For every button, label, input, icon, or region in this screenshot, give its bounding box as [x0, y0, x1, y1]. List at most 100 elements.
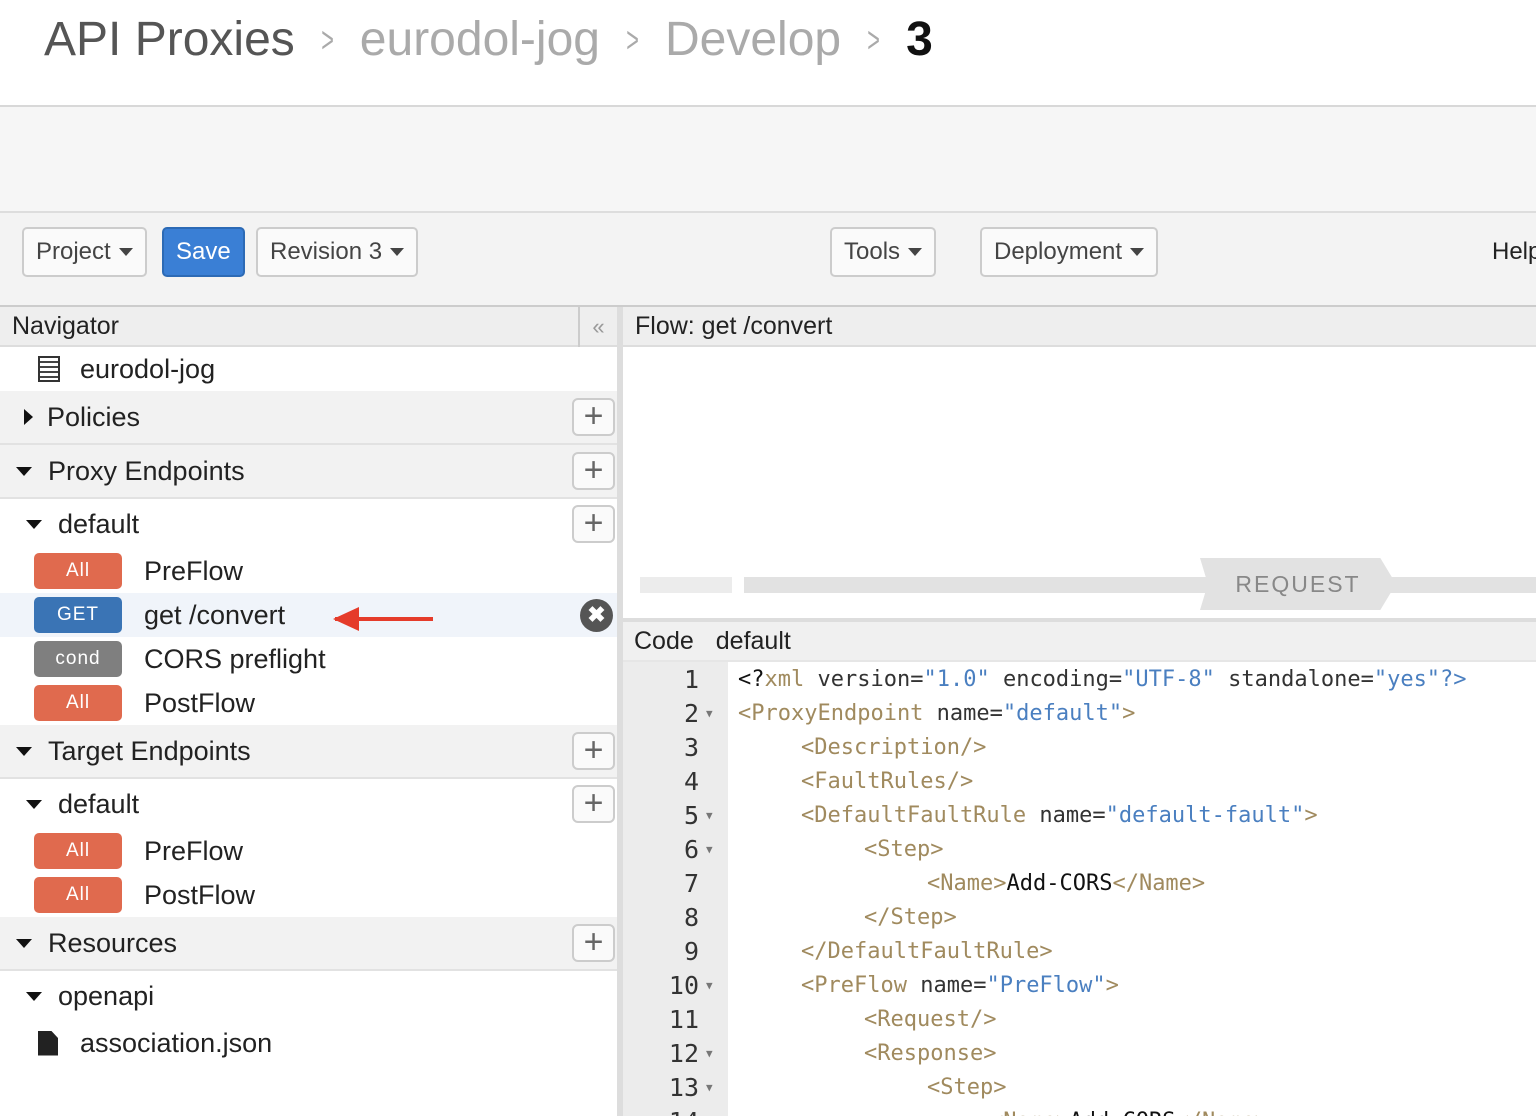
flow-item[interactable]: All PostFlow: [0, 873, 617, 917]
section-proxy-endpoints[interactable]: Proxy Endpoints +: [0, 445, 617, 499]
help-link[interactable]: Help: [1492, 238, 1536, 266]
request-label: REQUEST: [1200, 558, 1396, 610]
resource-file[interactable]: association.json: [0, 1021, 617, 1065]
chevron-right-icon: >: [867, 18, 880, 60]
code-token-tag: <Step>: [864, 836, 944, 862]
code-line: 10 ▼ <PreFlow name="PreFlow">: [623, 968, 1536, 1002]
tools-button[interactable]: Tools: [830, 227, 937, 277]
project-label: Project: [36, 238, 111, 265]
flow-item[interactable]: cond CORS preflight: [0, 637, 617, 681]
code-text: <Description/>: [728, 735, 986, 760]
code-line: 3 <Description/>: [623, 730, 1536, 764]
flow-title: Flow: get /convert: [635, 311, 833, 340]
code-token-str: "1.0": [923, 666, 990, 692]
fold-toggle-icon[interactable]: ▼: [699, 979, 728, 992]
breadcrumb: API Proxies > eurodol-jog > Develop > 3: [44, 12, 933, 67]
flow-method-badge: GET: [34, 597, 122, 633]
revision-label: Revision 3: [270, 238, 383, 265]
code-file-name: default: [715, 626, 791, 655]
code-text: <FaultRules/>: [728, 769, 973, 794]
fold-toggle-icon[interactable]: ▼: [699, 1081, 728, 1094]
code-editor[interactable]: 1 <?xml version="1.0" encoding="UTF-8" st…: [623, 662, 1536, 1116]
code-token-str: "yes"?>: [1373, 666, 1467, 692]
tools-label: Tools: [844, 238, 901, 265]
flow-method-badge: All: [34, 553, 122, 589]
add-proxy-endpoint-button[interactable]: +: [572, 452, 615, 490]
revision-button[interactable]: Revision 3: [256, 227, 419, 277]
delete-flow-icon[interactable]: ✖: [580, 598, 613, 632]
fold-toggle-icon[interactable]: ▼: [699, 843, 728, 856]
save-button[interactable]: Save: [162, 227, 245, 277]
toolbar: Project Save Revision 3 Tools Deployment…: [0, 213, 1536, 307]
resource-folder-openapi[interactable]: openapi: [0, 971, 617, 1021]
code-text: <ProxyEndpoint name="default">: [728, 701, 1135, 726]
code-token-tag: <Name>: [927, 870, 1007, 896]
red-arrow-annotation: [333, 607, 433, 631]
flow-item[interactable]: All PostFlow: [0, 681, 617, 725]
deployment-button[interactable]: Deployment: [980, 227, 1159, 277]
add-policy-button[interactable]: +: [572, 398, 615, 436]
code-token-tag: </DefaultFaultRule>: [801, 938, 1053, 964]
code-line: 9 </DefaultFaultRule>: [623, 934, 1536, 968]
section-policies[interactable]: Policies +: [0, 391, 617, 445]
code-line: 4 <FaultRules/>: [623, 764, 1536, 798]
flow-method-badge: All: [34, 685, 122, 721]
code-text: <Name>Add-CORS</Name>: [728, 1109, 1268, 1116]
section-label: Target Endpoints: [48, 735, 251, 766]
flow-label: PostFlow: [144, 879, 256, 910]
target-endpoint-default[interactable]: default +: [0, 779, 617, 829]
breadcrumb-develop[interactable]: Develop: [665, 12, 841, 67]
section-label: Proxy Endpoints: [48, 455, 245, 486]
code-token-text: Add-CORS: [1069, 1109, 1175, 1116]
code-text: </Step>: [728, 905, 957, 930]
code-token-text: <?: [738, 666, 765, 692]
line-number: 7: [683, 868, 699, 898]
caret-right-icon: [24, 409, 33, 425]
document-icon: [38, 356, 60, 382]
add-resource-button[interactable]: +: [572, 924, 615, 962]
project-button[interactable]: Project: [22, 227, 147, 277]
flow-panel: Flow: get /convert REQUEST Code default …: [623, 307, 1536, 1116]
code-line: 2 ▼ <ProxyEndpoint name="default">: [623, 696, 1536, 730]
code-token-attr: name=: [906, 972, 987, 998]
code-token-tag: <ProxyEndpoint: [738, 700, 924, 726]
flow-item[interactable]: GET get /convert ✖: [0, 593, 617, 637]
caret-down-icon: [26, 799, 42, 809]
breadcrumb-api-proxies[interactable]: API Proxies: [44, 12, 295, 67]
fold-toggle-icon[interactable]: ▼: [699, 809, 728, 822]
flow-track: [744, 577, 1536, 593]
flow-label: PreFlow: [144, 835, 244, 866]
flow-method-badge: All: [34, 833, 122, 869]
code-line: 5 ▼ <DefaultFaultRule name="default-fault"…: [623, 798, 1536, 832]
code-token-tag: </Step>: [864, 904, 957, 930]
proxy-item[interactable]: eurodol-jog: [0, 347, 617, 391]
proxy-endpoint-default[interactable]: default +: [0, 499, 617, 549]
fold-toggle-icon[interactable]: ▼: [699, 707, 728, 720]
code-text: <Step>: [728, 837, 943, 862]
add-flow-button[interactable]: +: [572, 505, 615, 543]
code-header: Code default: [623, 618, 1536, 662]
collapse-icon[interactable]: «: [578, 307, 617, 347]
flow-item[interactable]: All PreFlow: [0, 829, 617, 873]
banner-area: [0, 107, 1536, 213]
section-label: Policies: [47, 401, 141, 432]
flow-item[interactable]: All PreFlow: [0, 549, 617, 593]
navigator-header: Navigator «: [0, 307, 617, 347]
code-text: <?xml version="1.0" encoding="UTF-8" sta…: [728, 667, 1467, 692]
code-token-tag: <Name>: [990, 1109, 1069, 1116]
file-icon: [38, 1030, 58, 1056]
save-label: Save: [176, 238, 231, 265]
folder-label: openapi: [58, 980, 155, 1011]
line-number: 8: [683, 902, 699, 932]
breadcrumb-proxy[interactable]: eurodol-jog: [360, 12, 600, 67]
code-token-str: "PreFlow": [986, 972, 1106, 998]
section-resources[interactable]: Resources +: [0, 917, 617, 971]
add-flow-button[interactable]: +: [572, 785, 615, 823]
section-target-endpoints[interactable]: Target Endpoints +: [0, 725, 617, 779]
fold-toggle-icon[interactable]: ▼: [699, 1047, 728, 1060]
endpoint-label: default: [58, 788, 140, 819]
code-line: 14 <Name>Add-CORS</Name>: [623, 1104, 1536, 1116]
flow-diagram: REQUEST: [623, 347, 1536, 618]
add-target-endpoint-button[interactable]: +: [572, 732, 615, 770]
code-token-tag: >: [1105, 972, 1119, 998]
